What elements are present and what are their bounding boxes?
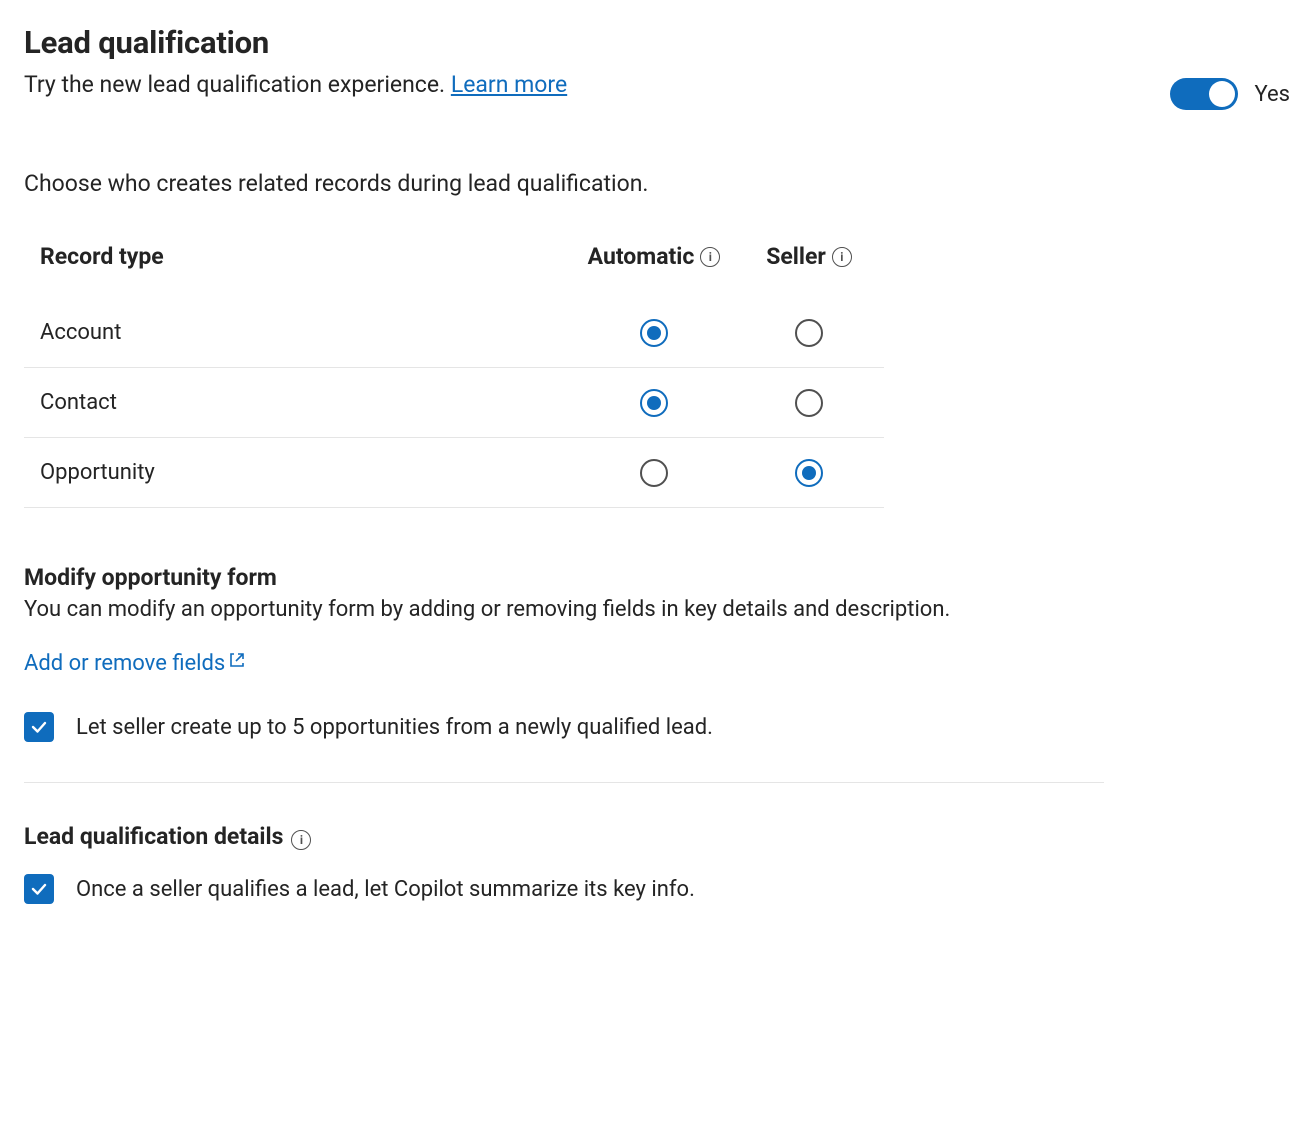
row-label-opportunity: Opportunity bbox=[24, 438, 574, 508]
check-icon bbox=[29, 717, 49, 737]
row-label-account: Account bbox=[24, 298, 574, 368]
radio-contact-seller[interactable] bbox=[795, 389, 823, 417]
let-seller-create-checkbox[interactable] bbox=[24, 712, 54, 742]
column-header-seller-label: Seller bbox=[766, 243, 826, 270]
radio-account-seller[interactable] bbox=[795, 319, 823, 347]
column-header-automatic-label: Automatic bbox=[588, 243, 695, 270]
learn-more-link[interactable]: Learn more bbox=[451, 71, 567, 98]
section-divider bbox=[24, 782, 1104, 783]
info-icon[interactable]: i bbox=[700, 247, 720, 267]
feature-toggle-wrap: Yes bbox=[1170, 78, 1290, 110]
copilot-summarize-checkbox[interactable] bbox=[24, 874, 54, 904]
page-subtitle: Try the new lead qualification experienc… bbox=[24, 69, 567, 100]
column-header-automatic: Automatic i bbox=[574, 243, 734, 298]
copilot-summarize-label: Once a seller qualifies a lead, let Copi… bbox=[76, 877, 695, 902]
choose-description: Choose who creates related records durin… bbox=[24, 170, 1290, 197]
add-remove-fields-link[interactable]: Add or remove fields bbox=[24, 650, 247, 676]
feature-toggle-label: Yes bbox=[1254, 82, 1290, 107]
column-header-record-type: Record type bbox=[24, 243, 574, 298]
info-icon[interactable]: i bbox=[832, 247, 852, 267]
column-header-seller: Seller i bbox=[734, 243, 884, 298]
feature-toggle[interactable] bbox=[1170, 78, 1238, 110]
radio-contact-automatic[interactable] bbox=[640, 389, 668, 417]
radio-account-automatic[interactable] bbox=[640, 319, 668, 347]
subtitle-text: Try the new lead qualification experienc… bbox=[24, 71, 451, 98]
modify-opportunity-title: Modify opportunity form bbox=[24, 564, 1290, 591]
info-icon[interactable]: i bbox=[291, 830, 311, 850]
add-remove-fields-label: Add or remove fields bbox=[24, 651, 225, 676]
open-new-window-icon bbox=[227, 650, 247, 676]
radio-opportunity-seller[interactable] bbox=[795, 459, 823, 487]
row-label-contact: Contact bbox=[24, 368, 574, 438]
page-title: Lead qualification bbox=[24, 24, 567, 61]
let-seller-create-label: Let seller create up to 5 opportunities … bbox=[76, 715, 713, 740]
header: Lead qualification Try the new lead qual… bbox=[24, 24, 1290, 110]
lead-details-title: Lead qualification details bbox=[24, 823, 283, 850]
modify-opportunity-desc: You can modify an opportunity form by ad… bbox=[24, 597, 1290, 622]
check-icon bbox=[29, 879, 49, 899]
record-type-table: Record type Automatic i Seller i Account… bbox=[24, 243, 884, 508]
radio-opportunity-automatic[interactable] bbox=[640, 459, 668, 487]
